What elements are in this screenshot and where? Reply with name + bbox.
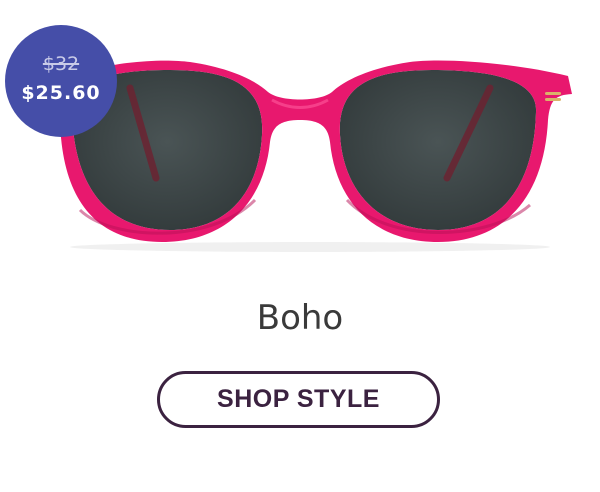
product-image[interactable] bbox=[40, 40, 600, 260]
sunglasses-icon bbox=[59, 60, 573, 252]
sale-price: $25.60 bbox=[21, 82, 101, 104]
product-name: Boho bbox=[256, 298, 344, 338]
product-card: $32 $25.60 Boho SHOP STYLE bbox=[0, 0, 600, 492]
right-hinge-rivet bbox=[545, 92, 561, 95]
price-badge: $32 $25.60 bbox=[5, 25, 117, 137]
original-price: $32 bbox=[42, 53, 80, 75]
shop-style-button[interactable]: SHOP STYLE bbox=[157, 371, 440, 428]
